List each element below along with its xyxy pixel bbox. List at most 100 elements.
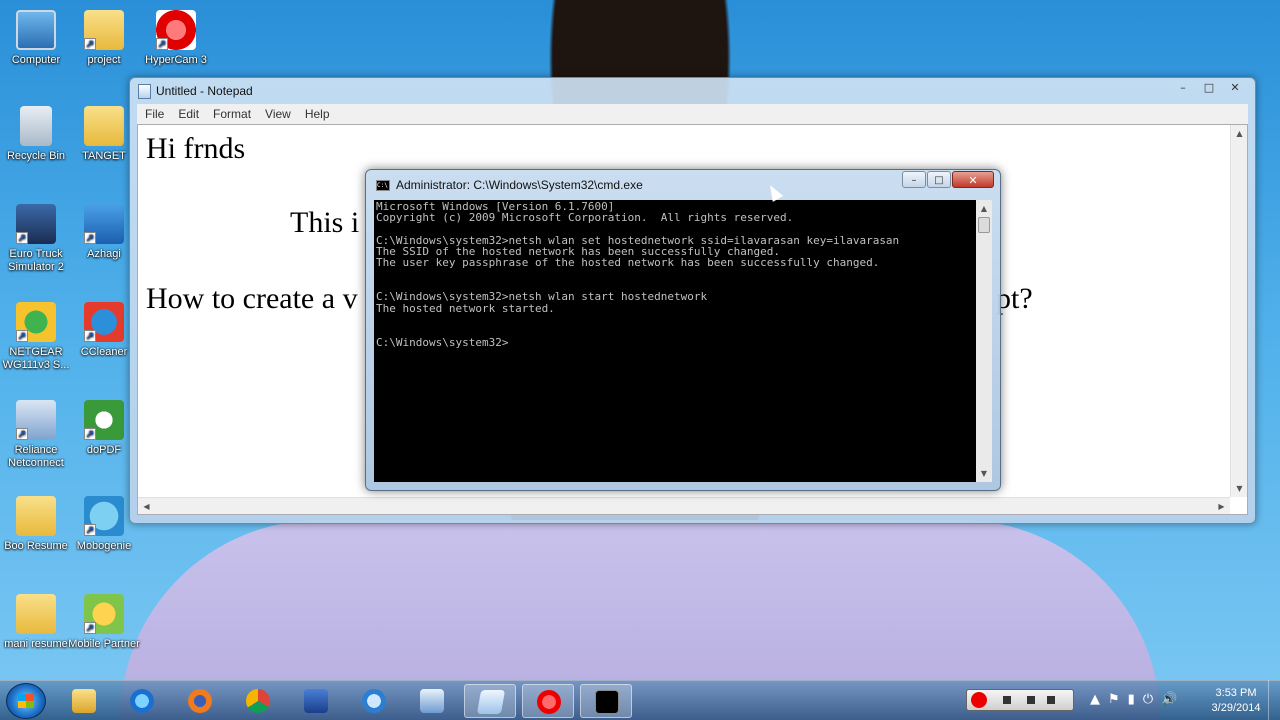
maximize-button[interactable]: □ — [1197, 79, 1221, 97]
taskbar-cmd[interactable] — [580, 684, 632, 718]
cmd-window[interactable]: C:\ Administrator: C:\Windows\System32\c… — [365, 169, 1001, 491]
network-icon — [362, 689, 386, 713]
show-desktop-button[interactable] — [1268, 680, 1280, 720]
taskbar-firefox[interactable] — [174, 684, 226, 718]
notepad-vertical-scrollbar[interactable]: ▲ ▼ — [1230, 125, 1247, 497]
system-tray: ▲ ⚑ ▮ ⏻ 🔊 — [1090, 692, 1177, 707]
desktop-icon-recycle-bin[interactable]: Recycle Bin — [0, 106, 72, 163]
desktop-icon-boo-resume[interactable]: Boo Resume — [0, 496, 72, 553]
reliance-icon: ↗ — [16, 400, 56, 440]
desktop-icon-euro-truck[interactable]: ↗ Euro Truck Simulator 2 — [0, 204, 72, 274]
taskbar-mail[interactable] — [406, 684, 458, 718]
desktop-icon-computer[interactable]: Computer — [0, 10, 72, 67]
text-line-1: Hi frnds — [146, 132, 246, 165]
scroll-left-icon[interactable]: ◀ — [138, 498, 155, 514]
menu-file[interactable]: File — [139, 104, 170, 124]
shortcut-arrow-icon: ↗ — [16, 428, 28, 440]
taskbar-internet-explorer[interactable] — [116, 684, 168, 718]
scroll-down-icon[interactable]: ▼ — [976, 465, 992, 482]
taskbar-azhagi[interactable] — [290, 684, 342, 718]
cmd-icon: C:\ — [376, 180, 390, 191]
desktop-icon-project[interactable]: ↗ project — [68, 10, 140, 67]
hypercam-icon: ↗ — [156, 10, 196, 50]
console-line: The hosted network started. — [376, 301, 555, 315]
cmd-vertical-scrollbar[interactable]: ▲ ▼ — [976, 200, 992, 482]
region-capture-icon[interactable] — [1047, 696, 1055, 704]
notepad-icon — [476, 690, 506, 714]
desktop-icon-hypercam[interactable]: ↗ HyperCam 3 — [140, 10, 212, 67]
notepad-horizontal-scrollbar[interactable]: ◀ ▶ — [138, 497, 1230, 514]
taskbar-notepad[interactable] — [464, 684, 516, 718]
start-button[interactable] — [6, 683, 46, 719]
scroll-right-icon[interactable]: ▶ — [1213, 498, 1230, 514]
folder-icon — [84, 106, 124, 146]
console-prompt: C:\Windows\system32> — [376, 335, 509, 349]
desktop-icon-mobile-partner[interactable]: ↗ Mobile Partner — [68, 594, 140, 651]
folder-icon — [72, 689, 96, 713]
minimize-button[interactable]: – — [1171, 79, 1195, 97]
dopdf-icon: ↗ — [84, 400, 124, 440]
shortcut-arrow-icon: ↗ — [84, 622, 96, 634]
taskbar-hypercam[interactable] — [522, 684, 574, 718]
firefox-icon — [188, 689, 212, 713]
menu-format[interactable]: Format — [207, 104, 257, 124]
console-line: The user key passphrase of the hosted ne… — [376, 256, 880, 270]
shortcut-arrow-icon: ↗ — [156, 38, 168, 50]
taskbar-clock[interactable]: 3:53 PM 3/29/2014 — [1206, 686, 1266, 716]
cmd-caption-buttons: – □ ✕ — [902, 171, 994, 188]
recording-controls[interactable] — [966, 689, 1074, 711]
computer-icon — [16, 10, 56, 50]
taskbar-chrome[interactable] — [232, 684, 284, 718]
notepad-title: Untitled - Notepad — [156, 84, 253, 98]
console-line: C:\Windows\system32>netsh wlan start hos… — [376, 290, 708, 304]
windows-logo-icon — [18, 694, 34, 708]
taskbar-explorer[interactable] — [58, 684, 110, 718]
taskbar — [0, 680, 1280, 720]
azhagi-icon: ↗ — [84, 204, 124, 244]
recycle-bin-icon — [20, 106, 52, 146]
console-line: Copyright (c) 2009 Microsoft Corporation… — [376, 211, 794, 225]
menu-view[interactable]: View — [259, 104, 297, 124]
cmd-maximize-button[interactable]: □ — [927, 171, 951, 188]
ccleaner-icon: ↗ — [84, 302, 124, 342]
cmd-minimize-button[interactable]: – — [902, 171, 926, 188]
flag-icon[interactable]: ⚑ — [1108, 692, 1120, 707]
truck-icon: ↗ — [16, 204, 56, 244]
scroll-down-icon[interactable]: ▼ — [1231, 480, 1247, 497]
pause-record-icon[interactable] — [971, 692, 987, 708]
desktop-icon-netgear[interactable]: ↗ NETGEAR WG111v3 S... — [0, 302, 72, 372]
mobile-partner-icon: ↗ — [84, 594, 124, 634]
mail-icon — [420, 689, 444, 713]
power-icon[interactable]: ⏻ — [1143, 692, 1153, 707]
scrollbar-thumb[interactable] — [978, 217, 990, 233]
folder-icon — [16, 496, 56, 536]
scroll-up-icon[interactable]: ▲ — [976, 200, 992, 217]
notepad-menubar: File Edit Format View Help — [137, 104, 1248, 124]
stop-icon[interactable] — [1003, 696, 1011, 704]
cmd-close-button[interactable]: ✕ — [952, 171, 994, 188]
desktop-icon-reliance[interactable]: ↗ Reliance Netconnect — [0, 400, 72, 470]
menu-edit[interactable]: Edit — [172, 104, 205, 124]
signal-icon[interactable]: ▮ — [1128, 692, 1135, 707]
cmd-title: Administrator: C:\Windows\System32\cmd.e… — [396, 178, 643, 192]
desktop-icon-mani-resume[interactable]: mani resume — [0, 594, 72, 651]
notepad-titlebar[interactable]: Untitled - Notepad – □ ✕ — [130, 78, 1255, 104]
window-capture-icon[interactable] — [1027, 696, 1035, 704]
notepad-caption-buttons: – □ ✕ — [1171, 79, 1247, 97]
show-hidden-icons-icon[interactable]: ▲ — [1090, 692, 1100, 707]
scroll-up-icon[interactable]: ▲ — [1231, 125, 1247, 142]
text-line-2: This i — [290, 206, 360, 239]
cmd-console[interactable]: Microsoft Windows [Version 6.1.7600] Cop… — [374, 200, 976, 482]
cmd-icon — [595, 690, 619, 714]
menu-help[interactable]: Help — [299, 104, 336, 124]
clock-time: 3:53 PM — [1215, 687, 1257, 699]
taskbar-network[interactable] — [348, 684, 400, 718]
close-button[interactable]: ✕ — [1223, 79, 1247, 97]
shortcut-arrow-icon: ↗ — [84, 524, 96, 536]
volume-icon[interactable]: 🔊 — [1161, 692, 1177, 707]
clock-date: 3/29/2014 — [1211, 702, 1261, 714]
internet-explorer-icon — [130, 689, 154, 713]
